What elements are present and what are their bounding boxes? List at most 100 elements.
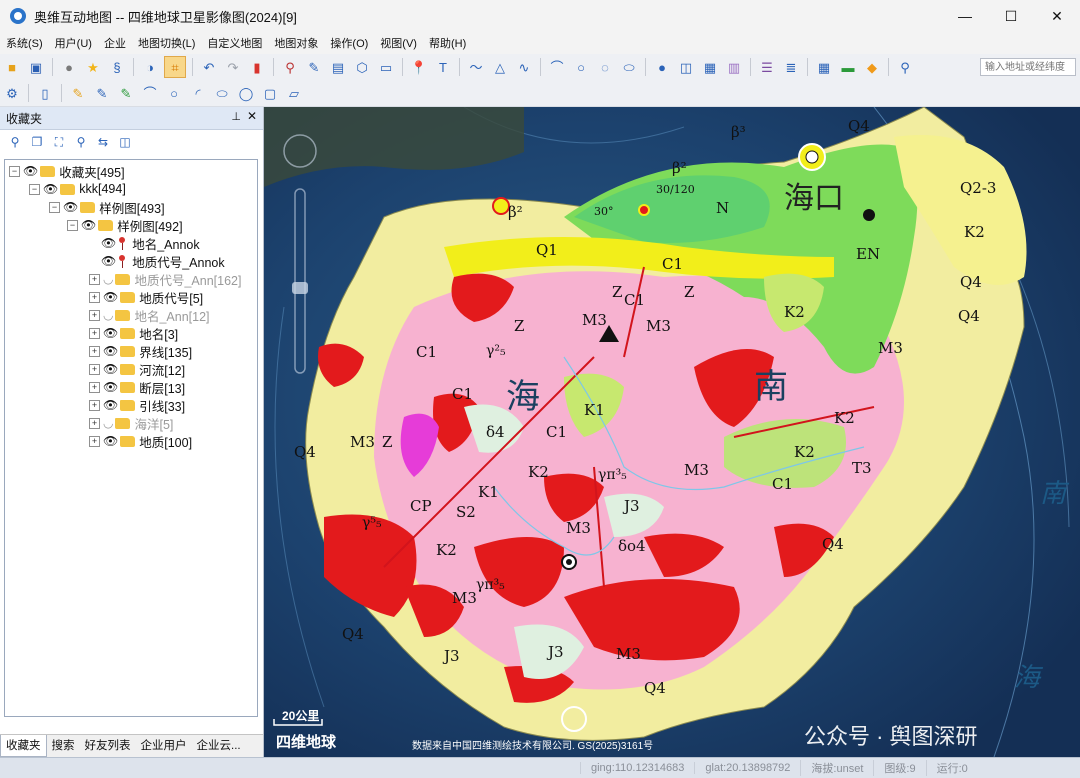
scan-icon[interactable]: ⛶ xyxy=(50,133,68,151)
collapse-icon[interactable]: − xyxy=(49,201,60,213)
polyline-icon[interactable]: 〜 xyxy=(466,57,486,77)
eye-icon[interactable]: 👁 xyxy=(101,236,116,250)
tab-friends[interactable]: 好友列表 xyxy=(80,735,136,757)
eye-icon[interactable]: 👁 xyxy=(103,344,118,358)
tree-node[interactable]: 👁 地质代号_Annok xyxy=(101,252,225,270)
redo-icon[interactable]: ↷ xyxy=(223,57,243,77)
tab-favorites[interactable]: 收藏夹 xyxy=(0,735,47,757)
circle-icon[interactable]: ○ xyxy=(571,57,591,77)
arc-shape-icon[interactable]: ◜ xyxy=(188,83,208,103)
maximize-button[interactable]: ☐ xyxy=(988,0,1034,32)
expand-icon[interactable]: + xyxy=(89,291,100,303)
layer-icon[interactable]: ◫ xyxy=(676,57,696,77)
gem-icon[interactable]: ◆ xyxy=(862,57,882,77)
tab-search[interactable]: 搜索 xyxy=(47,735,80,757)
pin-marker[interactable] xyxy=(863,209,875,221)
location-icon[interactable]: ⚲ xyxy=(72,133,90,151)
sync-icon[interactable]: ⇆ xyxy=(94,133,112,151)
menu-map-switch[interactable]: 地图切换(L) xyxy=(132,35,201,51)
arc-line-icon[interactable]: ⌒ xyxy=(140,83,160,103)
route-icon[interactable]: § xyxy=(107,57,127,77)
close-panel-icon[interactable]: ✕ xyxy=(247,109,257,123)
tree-node[interactable]: + 👁 地质[100] xyxy=(89,432,192,450)
fill-circle-icon[interactable]: ● xyxy=(652,57,672,77)
eye-icon[interactable]: 👁 xyxy=(103,326,118,340)
polygon-icon[interactable]: ⬡ xyxy=(352,57,372,77)
star-icon[interactable]: ★ xyxy=(83,57,103,77)
menu-system[interactable]: 系统(S) xyxy=(0,35,49,51)
text-icon[interactable]: T xyxy=(433,57,453,77)
list-view-icon[interactable]: ☰ xyxy=(757,57,777,77)
city-marker[interactable] xyxy=(805,150,819,164)
tree-node[interactable]: + 👁 地质代号[5] xyxy=(89,288,203,306)
eye-hidden-icon[interactable]: ◡ xyxy=(103,416,113,430)
locate-icon[interactable]: ⚲ xyxy=(280,57,300,77)
tree-node[interactable]: + ◡ 地名_Ann[12] xyxy=(89,306,210,324)
collapse-icon[interactable]: − xyxy=(67,219,78,231)
copy-icon[interactable]: ❐ xyxy=(28,133,46,151)
search-favorites-icon[interactable]: ⚲ xyxy=(6,133,24,151)
parallelogram-icon[interactable]: ▱ xyxy=(284,83,304,103)
print-icon[interactable]: ▤ xyxy=(328,57,348,77)
undo-icon[interactable]: ↶ xyxy=(199,57,219,77)
map-canvas[interactable] xyxy=(264,107,1080,757)
menu-map-object[interactable]: 地图对象 xyxy=(268,35,324,51)
tree-node[interactable]: − 👁 样例图[492] xyxy=(67,216,183,234)
grid-icon[interactable]: ▦ xyxy=(700,57,720,77)
expand-icon[interactable]: + xyxy=(89,327,100,339)
eye-icon[interactable]: 👁 xyxy=(23,164,38,178)
tab-enterprise-users[interactable]: 企业用户 xyxy=(136,735,192,757)
3d-icon[interactable]: ◑ xyxy=(140,57,160,77)
rounded-rect-icon[interactable]: ▢ xyxy=(260,83,280,103)
tree-node[interactable]: + ◡ 地质代号_Ann[162] xyxy=(89,270,241,288)
zoom-slider-handle[interactable] xyxy=(292,282,308,294)
tree-node[interactable]: − 👁 收藏夹[495] xyxy=(9,162,125,180)
tree-node[interactable]: + 👁 断层[13] xyxy=(89,378,185,396)
collapse-icon[interactable]: − xyxy=(29,183,40,195)
menu-custom-map[interactable]: 自定义地图 xyxy=(201,35,268,51)
ellipse-outline-icon[interactable]: ⬭ xyxy=(212,83,232,103)
menu-view[interactable]: 视图(V) xyxy=(374,35,423,51)
expand-icon[interactable]: + xyxy=(89,435,100,447)
tree-node[interactable]: + 👁 界线[135] xyxy=(89,342,192,360)
ellipse-icon[interactable]: ⬭ xyxy=(619,57,639,77)
expand-icon[interactable]: + xyxy=(89,399,100,411)
partial-circle-icon[interactable]: ◌ xyxy=(595,57,615,77)
menu-operation[interactable]: 操作(O) xyxy=(324,35,374,51)
user-icon[interactable]: ● xyxy=(59,57,79,77)
curve-icon[interactable]: ∿ xyxy=(514,57,534,77)
tree-node[interactable]: + 👁 地名[3] xyxy=(89,324,178,342)
eye-hidden-icon[interactable]: ◡ xyxy=(103,308,113,322)
tab-enterprise-cloud[interactable]: 企业云... xyxy=(192,735,246,757)
collapse-icon[interactable]: − xyxy=(9,165,20,177)
expand-icon[interactable]: + xyxy=(89,363,100,375)
expand-icon[interactable]: + xyxy=(89,381,100,393)
settings-icon[interactable]: ⚙ xyxy=(2,83,22,103)
tree-node[interactable]: + 👁 引线[33] xyxy=(89,396,185,414)
eye-icon[interactable]: 👁 xyxy=(103,362,118,376)
eye-icon[interactable]: 👁 xyxy=(101,254,116,268)
circle-small-icon[interactable]: ◯ xyxy=(236,83,256,103)
eye-icon[interactable]: 👁 xyxy=(103,290,118,304)
pin-panel-icon[interactable]: ⊥ xyxy=(231,110,241,123)
expand-icon[interactable]: + xyxy=(89,417,100,429)
expand-icon[interactable]: + xyxy=(89,345,100,357)
eye-icon[interactable]: 👁 xyxy=(63,200,78,214)
expand-icon[interactable]: + xyxy=(89,273,100,285)
document-icon[interactable]: ▯ xyxy=(35,83,55,103)
list-icon[interactable]: ≣ xyxy=(781,57,801,77)
close-button[interactable]: ✕ xyxy=(1034,0,1080,32)
table-icon[interactable]: ▦ xyxy=(814,57,834,77)
circle-outline-icon[interactable]: ○ xyxy=(164,83,184,103)
eye-icon[interactable]: 👁 xyxy=(103,380,118,394)
chat-icon[interactable]: ▬ xyxy=(838,57,858,77)
eye-icon[interactable]: 👁 xyxy=(103,434,118,448)
search-input[interactable] xyxy=(980,58,1076,76)
search-icon[interactable]: ⚲ xyxy=(895,57,915,77)
minimize-button[interactable]: — xyxy=(942,0,988,32)
pin-marker[interactable] xyxy=(566,559,572,565)
eye-icon[interactable]: 👁 xyxy=(43,182,58,196)
pin-icon[interactable]: 📍 xyxy=(409,57,429,77)
tree-node[interactable]: 👁 地名_Annok xyxy=(101,234,200,252)
open-folder-icon[interactable]: ■ xyxy=(2,57,22,77)
